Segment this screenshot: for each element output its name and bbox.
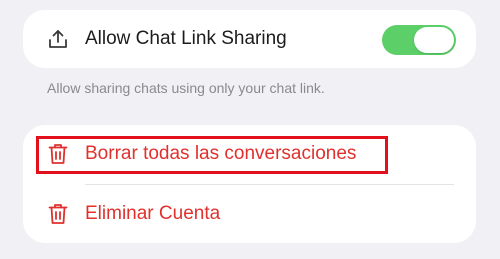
allow-chat-link-sharing-toggle[interactable] [382,25,456,55]
delete-account-button[interactable]: Eliminar Cuenta [23,185,476,243]
highlight-box [36,136,388,174]
toggle-knob [414,27,454,53]
delete-account-label: Eliminar Cuenta [85,203,221,224]
share-icon [47,28,69,50]
allow-chat-link-sharing-label: Allow Chat Link Sharing [85,28,287,49]
allow-chat-link-sharing-row[interactable]: Allow Chat Link Sharing [23,10,476,68]
trash-icon [47,203,69,225]
sharing-caption: Allow sharing chats using only your chat… [47,80,325,96]
sharing-card: Allow Chat Link Sharing [23,10,476,68]
